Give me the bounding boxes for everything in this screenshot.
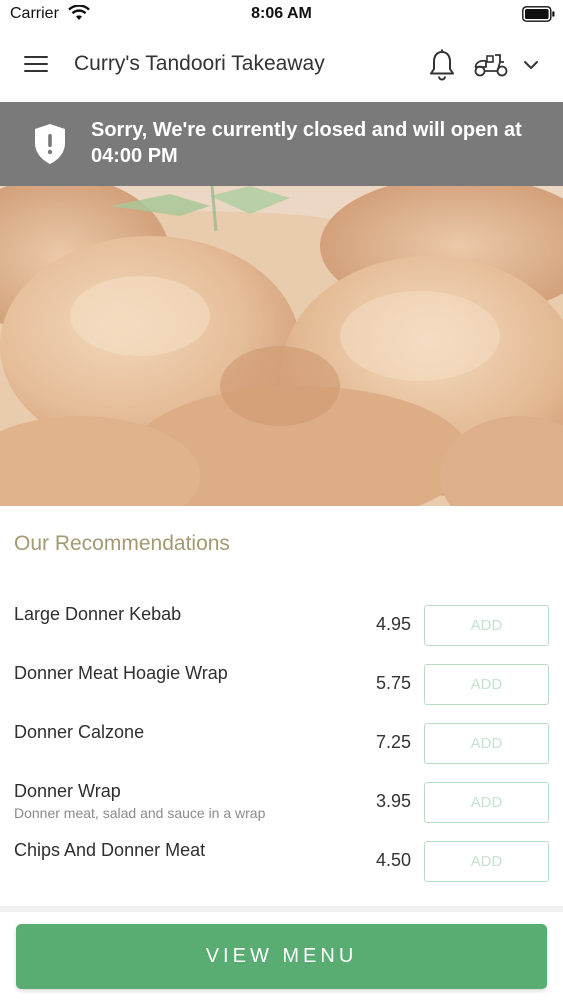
battery-icon [522,6,555,22]
add-button[interactable]: ADD [424,841,549,882]
closed-banner: Sorry, We're currently closed and will o… [0,102,563,186]
item-description: Donner meat, salad and sauce in a wrap [14,805,266,821]
item-price: 4.50 [375,850,411,870]
item-price: 7.25 [375,732,411,752]
add-button[interactable]: ADD [424,723,549,764]
app-header: Curry's Tandoori Takeaway [0,28,563,102]
list-item: Donner Wrap Donner meat, salad and sauce… [0,767,563,825]
restaurant-title: Curry's Tandoori Takeaway [74,52,325,75]
scooter-icon[interactable] [472,50,510,80]
add-button[interactable]: ADD [424,664,549,705]
item-name: Donner Calzone [14,722,145,742]
item-name: Donner Meat Hoagie Wrap [14,663,228,683]
chevron-down-icon[interactable] [520,54,542,76]
bell-icon[interactable] [426,48,458,82]
status-bar: Carrier 8:06 AM [0,0,563,28]
view-menu-button[interactable]: VIEW MENU [16,924,547,989]
clock: 8:06 AM [251,5,312,22]
list-item: Donner Meat Hoagie Wrap 5.75 ADD [0,649,563,707]
hero-image [0,186,563,506]
closed-message: Sorry, We're currently closed and will o… [91,119,522,167]
list-item: Large Donner Kebab 4.95 ADD [0,590,563,648]
item-price: 4.95 [375,614,411,634]
recommendations-title: Our Recommendations [14,532,230,555]
add-button[interactable]: ADD [424,605,549,646]
divider [0,906,563,912]
item-price: 3.95 [375,791,411,811]
item-name: Chips And Donner Meat [14,840,206,860]
shield-alert-icon [35,124,65,164]
item-name: Donner Wrap [14,781,121,801]
add-button[interactable]: ADD [424,782,549,823]
list-item: Donner Calzone 7.25 ADD [0,708,563,766]
curry-chicken-photo [0,186,563,506]
item-name: Large Donner Kebab [14,604,182,624]
hamburger-menu-icon[interactable] [22,50,52,80]
item-price: 5.75 [375,673,411,693]
list-item: Chips And Donner Meat 4.50 ADD [0,826,563,884]
